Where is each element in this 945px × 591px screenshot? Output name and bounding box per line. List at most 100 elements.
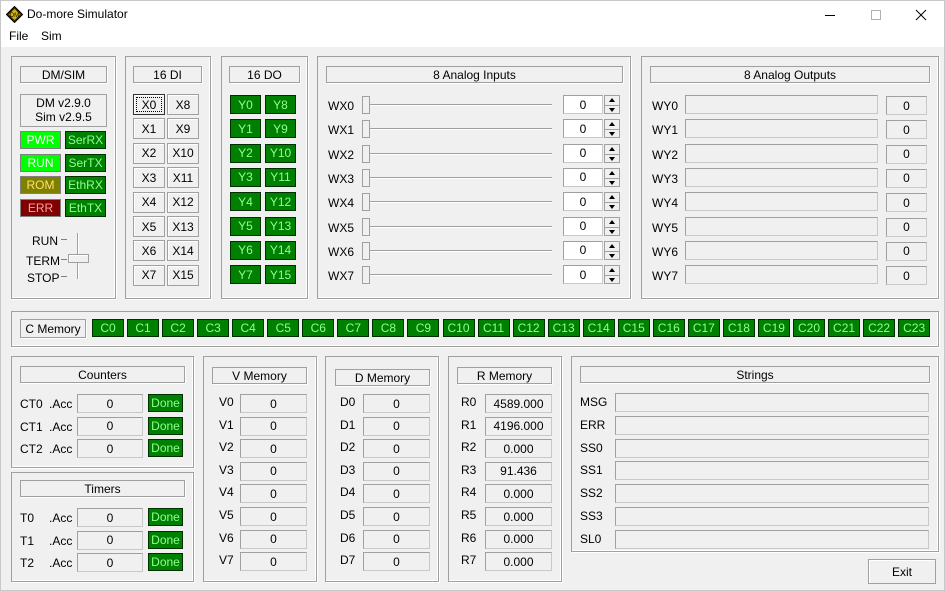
exit-button[interactable]: Exit: [868, 559, 936, 584]
string-label: SS3: [580, 509, 603, 523]
rmem-label: R2: [461, 440, 477, 455]
app-logo-icon: DM: [6, 6, 23, 23]
maximize-button[interactable]: [853, 1, 899, 28]
analog-input-slider-thumb[interactable]: [362, 120, 370, 139]
spin-down-icon[interactable]: [609, 156, 615, 161]
analog-input-label: WX3: [328, 171, 355, 186]
analog-outputs-header: 8 Analog Outputs: [650, 66, 930, 83]
spin-down-icon[interactable]: [609, 205, 615, 210]
timers-done-indicator: Done: [148, 553, 183, 571]
analog-input-spinner[interactable]: [604, 143, 620, 163]
di-button-x13[interactable]: X13: [167, 216, 199, 237]
analog-input-spinner[interactable]: [604, 95, 620, 114]
counters-label: CT0: [20, 397, 43, 411]
analog-output-bar: [685, 95, 878, 114]
dmem-label: D1: [340, 417, 356, 432]
rmem-value: 0.000: [485, 529, 552, 549]
rmem-value: 0.000: [485, 484, 552, 504]
analog-input-spinner[interactable]: [604, 265, 620, 285]
c-bit-c5: C5: [267, 319, 300, 337]
analog-input-label: WX0: [328, 99, 355, 113]
spin-down-icon[interactable]: [609, 108, 615, 112]
analog-input-slider-thumb[interactable]: [362, 144, 370, 163]
di-button-x10[interactable]: X10: [167, 142, 199, 164]
analog-input-value[interactable]: 0: [563, 265, 603, 285]
string-label: ERR: [580, 417, 606, 432]
v-memory-header: V Memory: [212, 367, 307, 384]
dmem-value: 0: [363, 484, 430, 504]
spin-down-icon[interactable]: [609, 180, 615, 185]
di-button-x14[interactable]: X14: [167, 240, 199, 262]
string-value: [615, 415, 929, 435]
analog-inputs-header: 8 Analog Inputs: [326, 66, 623, 83]
analog-input-slider-thumb[interactable]: [362, 168, 370, 187]
spin-up-icon[interactable]: [609, 268, 615, 273]
spin-down-icon[interactable]: [609, 132, 615, 137]
do-indicator-y1: Y1: [230, 119, 261, 139]
spin-up-icon[interactable]: [609, 195, 615, 200]
d-memory-header: D Memory: [335, 369, 430, 386]
analog-input-spinner[interactable]: [604, 167, 620, 187]
close-button[interactable]: [898, 1, 944, 28]
timers-acc-label: .Acc: [49, 556, 73, 570]
analog-input-value[interactable]: 0: [563, 240, 603, 260]
spin-up-icon[interactable]: [609, 146, 615, 151]
minimize-button[interactable]: [807, 1, 853, 28]
analog-output-label: WY4: [652, 196, 679, 211]
spin-down-icon[interactable]: [609, 229, 615, 234]
di-button-x15[interactable]: X15: [167, 264, 199, 286]
spin-down-icon[interactable]: [609, 278, 615, 283]
di-button-x0[interactable]: X0: [133, 94, 165, 115]
counters-acc-label: .Acc: [49, 397, 73, 411]
di-button-x3[interactable]: X3: [133, 167, 165, 189]
spin-up-icon[interactable]: [609, 122, 615, 127]
vmem-value: 0: [240, 552, 307, 572]
rmem-value: 0.000: [485, 552, 552, 572]
di-button-x11[interactable]: X11: [167, 167, 199, 189]
menu-file[interactable]: File: [9, 29, 28, 43]
di-button-x6[interactable]: X6: [133, 240, 165, 262]
spin-up-icon[interactable]: [609, 243, 615, 248]
do-indicator-y3: Y3: [230, 167, 261, 187]
analog-input-value[interactable]: 0: [563, 143, 603, 163]
spin-up-icon[interactable]: [609, 98, 615, 102]
timers-done-indicator: Done: [148, 530, 183, 549]
do-indicator-y10: Y10: [265, 143, 296, 163]
di-button-x9[interactable]: X9: [167, 118, 199, 140]
analog-input-value[interactable]: 0: [563, 192, 603, 212]
analog-input-spinner[interactable]: [604, 216, 620, 236]
analog-input-value[interactable]: 0: [563, 95, 603, 114]
analog-input-slider-thumb[interactable]: [362, 217, 370, 236]
analog-input-slider-thumb[interactable]: [362, 193, 370, 212]
mode-switch[interactable]: [68, 254, 89, 263]
analog-input-spinner[interactable]: [604, 192, 620, 212]
di-button-x5[interactable]: X5: [133, 216, 165, 237]
analog-input-slider-thumb[interactable]: [362, 241, 370, 260]
timers-label: T2: [20, 556, 35, 570]
vmem-value: 0: [240, 507, 307, 526]
led-rom: ROM: [20, 176, 61, 194]
analog-input-value[interactable]: 0: [563, 216, 603, 236]
analog-input-value[interactable]: 0: [563, 119, 603, 139]
di-button-x4[interactable]: X4: [133, 191, 165, 213]
analog-input-spinner[interactable]: [604, 119, 620, 139]
di-button-x8[interactable]: X8: [167, 94, 199, 115]
di-button-x7[interactable]: X7: [133, 264, 165, 286]
menu-sim[interactable]: Sim: [41, 29, 62, 43]
analog-input-value[interactable]: 0: [563, 167, 603, 187]
analog-input-slider-thumb[interactable]: [362, 96, 370, 114]
di-button-x2[interactable]: X2: [133, 142, 165, 164]
analog-output-label: WY0: [652, 99, 679, 113]
di-button-x12[interactable]: X12: [167, 191, 199, 213]
mode-stop-label: STOP: [27, 271, 60, 285]
do-indicator-y2: Y2: [230, 143, 261, 163]
spin-up-icon[interactable]: [609, 219, 615, 224]
spin-down-icon[interactable]: [609, 253, 615, 258]
analog-input-spinner[interactable]: [604, 240, 620, 260]
c-bit-c7: C7: [337, 319, 370, 337]
rmem-label: R3: [461, 462, 477, 477]
led-run: RUN: [20, 154, 61, 172]
spin-up-icon[interactable]: [609, 170, 615, 175]
analog-input-slider-thumb[interactable]: [362, 266, 370, 285]
di-button-x1[interactable]: X1: [133, 118, 165, 140]
